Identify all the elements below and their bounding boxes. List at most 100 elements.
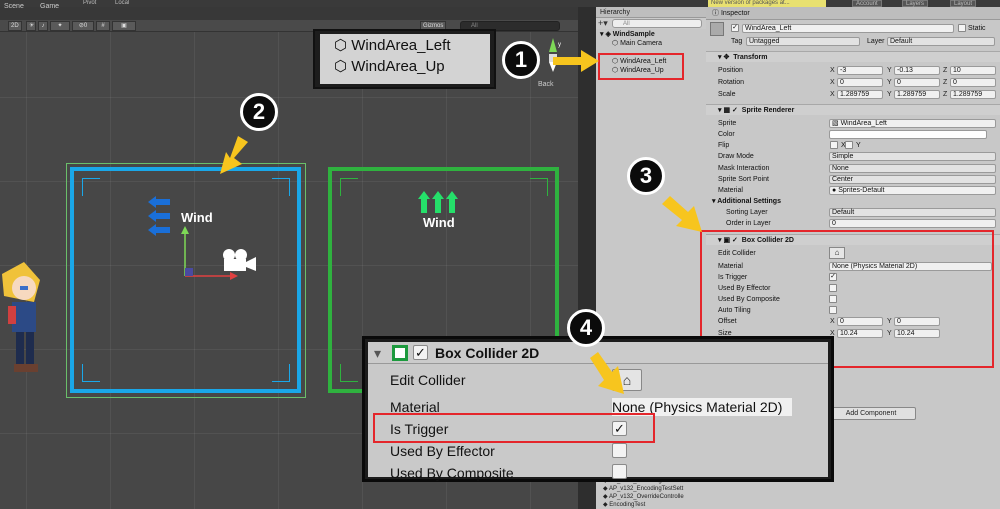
position-z-field[interactable]: 10 <box>950 66 996 75</box>
zoom-used-by-effector-checkbox[interactable] <box>612 443 627 458</box>
static-checkbox[interactable] <box>958 24 966 32</box>
zoom-title: Box Collider 2D <box>435 345 540 361</box>
sorting-layer-dropdown[interactable]: Default <box>829 208 996 217</box>
step-badge-2: 2 <box>240 93 278 131</box>
sr-material-field[interactable]: ● Sprites-Default <box>829 186 996 195</box>
sprite-value: WindArea_Left <box>840 120 887 127</box>
camera-settings-icon[interactable]: ▣ <box>112 21 136 31</box>
project-item[interactable]: ◆ AP_v132_EncodingTestSett <box>603 485 683 493</box>
hidden-objects-icon[interactable]: ⊘0 <box>72 21 94 31</box>
new-version-notice[interactable]: New version of packages at... <box>708 0 826 7</box>
arrow-to-box-collider-icon <box>662 196 702 232</box>
create-plus-icon[interactable]: +▾ <box>598 18 608 28</box>
lighting-icon[interactable]: ☀ <box>26 21 36 31</box>
sr-material-label: Material <box>718 187 743 194</box>
back-view-label[interactable]: Back <box>538 81 554 88</box>
additional-settings-foldout[interactable]: ▾ Additional Settings <box>712 197 781 206</box>
tag-label: Tag <box>731 38 743 45</box>
project-item-label: EncodingTest <box>609 502 646 508</box>
callout-item-label: WindArea_Left <box>351 37 451 54</box>
active-checkbox[interactable]: ✓ <box>731 24 739 32</box>
rotation-z-field[interactable]: 0 <box>950 78 996 87</box>
zoom-enabled-checkbox[interactable]: ✓ <box>413 345 428 360</box>
zoom-used-by-effector-label: Used By Effector <box>390 443 495 459</box>
box-collider-icon <box>392 345 408 361</box>
zoom-used-by-composite-checkbox[interactable] <box>612 464 627 479</box>
inspector-title-text: Inspector <box>720 10 750 17</box>
sr-material-value: Sprites-Default <box>838 187 885 194</box>
object-name-field[interactable]: WindArea_Left <box>742 24 954 33</box>
mask-interaction-dropdown[interactable]: None <box>829 164 996 173</box>
axis-x-label: X <box>830 79 835 86</box>
axis-x-label: X <box>830 91 835 98</box>
hierarchy-search-input[interactable]: All <box>612 19 702 28</box>
color-label: Color <box>718 131 735 138</box>
position-y-field[interactable]: -0.13 <box>894 66 940 75</box>
position-x-field[interactable]: -3 <box>837 66 883 75</box>
axis-y-label: Y <box>887 67 892 74</box>
grid-icon[interactable]: # <box>96 21 110 31</box>
step-badge-4: 4 <box>567 309 605 347</box>
scale-label: Scale <box>718 91 736 98</box>
axis-y-label: Y <box>887 91 892 98</box>
axis-x-label: X <box>830 67 835 74</box>
rotation-y-field[interactable]: 0 <box>894 78 940 87</box>
axis-y-label: Y <box>887 79 892 86</box>
layer-label: Layer <box>867 38 885 45</box>
axis-z-label: Z <box>943 91 948 98</box>
order-in-layer-label: Order in Layer <box>726 220 771 227</box>
draw-mode-dropdown[interactable]: Simple <box>829 152 996 161</box>
pivot-toggle[interactable]: Pivot <box>80 0 99 7</box>
account-dropdown[interactable]: Account <box>852 0 882 7</box>
tag-dropdown[interactable]: Untagged <box>746 37 860 46</box>
tab-scene[interactable]: Scene <box>0 1 28 12</box>
scale-y-field[interactable]: 1.289759 <box>894 90 940 99</box>
static-label: Static <box>968 25 986 32</box>
rotation-x-field[interactable]: 0 <box>837 78 883 87</box>
sprite-renderer-header[interactable]: ▾ ▦ ✓ Sprite Renderer <box>706 104 1000 115</box>
hierarchy-item-windsample[interactable]: ▾ ◈ WindSample <box>600 30 655 39</box>
highlight-is-trigger <box>373 413 655 443</box>
axis-z-label: Z <box>943 79 948 86</box>
layer-dropdown[interactable]: Default <box>887 37 995 46</box>
rotation-label: Rotation <box>718 79 745 86</box>
scene-tab-bar <box>0 7 578 20</box>
hierarchy-item-label: Main Camera <box>620 40 663 47</box>
arrow-to-is-trigger-icon <box>590 352 624 394</box>
transform-title: Transform <box>733 54 768 61</box>
flip-x-checkbox[interactable] <box>830 141 838 149</box>
audio-icon[interactable]: ♪ <box>38 21 48 31</box>
arrow-to-wind-frame-icon <box>220 136 248 174</box>
add-component-button[interactable]: Add Component <box>826 407 916 420</box>
wind-left-arrows-icon <box>148 196 170 236</box>
layers-dropdown[interactable]: Layers <box>902 0 929 7</box>
hierarchy-item-label: WindSample <box>612 31 655 38</box>
2d-mode-button[interactable]: 2D <box>8 21 22 31</box>
sprite-renderer-title: Sprite Renderer <box>741 107 795 114</box>
zoom-foldout-arrow-icon[interactable]: ▾ <box>374 344 381 362</box>
scale-z-field[interactable]: 1.289759 <box>950 90 996 99</box>
transform-header[interactable]: ▾ ✥ Transform <box>706 51 1000 62</box>
callout-item-label: WindArea_Up <box>351 58 445 75</box>
axis-z-label: Z <box>943 67 948 74</box>
hierarchy-item-main-camera[interactable]: ⬡ Main Camera <box>612 39 662 48</box>
draw-mode-label: Draw Mode <box>718 153 754 160</box>
step-badge-1: 1 <box>502 41 540 79</box>
local-toggle[interactable]: Local <box>112 0 132 7</box>
additional-settings-label: Additional Settings <box>717 198 781 205</box>
hierarchy-title: Hierarchy <box>596 7 706 18</box>
highlight-hierarchy-items <box>598 53 684 80</box>
order-in-layer-field[interactable]: 0 <box>829 219 996 228</box>
callout-item-windarea-up: ⬡ WindArea_Up <box>334 58 445 75</box>
sprite-sort-point-dropdown[interactable]: Center <box>829 175 996 184</box>
project-item[interactable]: ◆ EncodingTest <box>603 501 645 509</box>
color-swatch[interactable] <box>829 130 987 139</box>
svg-text:y: y <box>558 42 561 48</box>
effects-icon[interactable]: ✦ <box>50 21 70 31</box>
scale-x-field[interactable]: 1.289759 <box>837 90 883 99</box>
flip-y-checkbox[interactable] <box>845 141 853 149</box>
tab-game[interactable]: Game <box>36 1 63 12</box>
sprite-field[interactable]: ▧ WindArea_Left <box>829 119 996 128</box>
project-item[interactable]: ◆ AP_v132_OverrideControlle <box>603 493 684 501</box>
layout-dropdown[interactable]: Layout <box>950 0 977 7</box>
